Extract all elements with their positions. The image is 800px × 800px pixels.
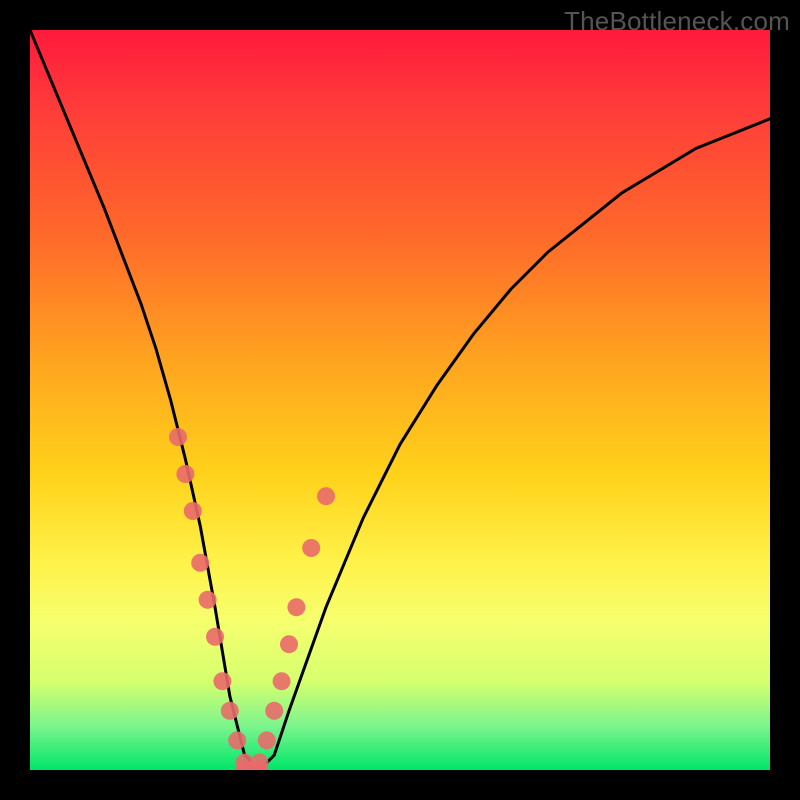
plot-area — [30, 30, 770, 770]
data-markers — [169, 428, 335, 770]
bottleneck-curve — [30, 30, 770, 770]
chart-frame: TheBottleneck.com — [0, 0, 800, 800]
curve-svg — [30, 30, 770, 770]
